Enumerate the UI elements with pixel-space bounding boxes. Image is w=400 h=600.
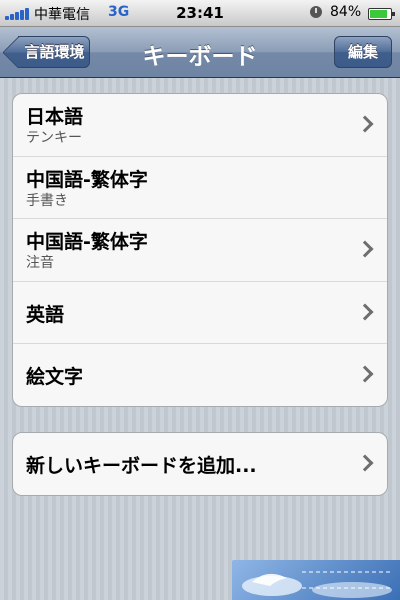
keyboard-row[interactable]: 中国語-繁体字 手書き <box>13 157 387 219</box>
keyboard-layout: 手書き <box>26 192 68 209</box>
chevron-right-icon <box>356 303 374 320</box>
keyboard-name: 中国語-繁体字 <box>26 168 148 191</box>
edit-button[interactable]: 編集 <box>334 36 392 68</box>
chevron-right-icon <box>356 454 374 472</box>
add-keyboard-label: 新しいキーボードを追加... <box>26 455 257 477</box>
chevron-right-icon <box>356 115 374 133</box>
keyboard-layout: 注音 <box>26 255 54 271</box>
add-keyboard-button[interactable]: 新しいキーボードを追加... <box>13 433 387 495</box>
keyboard-name: 日本語 <box>26 106 84 128</box>
keyboard-layout: テンキー <box>26 130 82 146</box>
rotation-lock-icon <box>310 6 322 18</box>
keyboard-row[interactable]: 英語 <box>13 282 387 344</box>
keyboard-name: 英語 <box>26 303 65 326</box>
add-keyboard-group: 新しいキーボードを追加... <box>12 432 388 496</box>
chevron-right-icon <box>356 365 374 383</box>
keyboard-list: 日本語 テンキー 中国語-繁体字 手書き 中国語-繁体字 注音 英語 絵文字 <box>12 93 388 407</box>
watermark-image <box>232 560 400 600</box>
status-bar: 中華電信 3G 23:41 84% <box>0 0 400 27</box>
keyboard-name: 絵文字 <box>26 366 84 388</box>
battery-icon <box>368 8 395 20</box>
chevron-right-icon <box>356 240 374 258</box>
keyboard-row[interactable]: 中国語-繁体字 注音 <box>13 219 387 282</box>
keyboard-row[interactable]: 絵文字 <box>13 344 387 406</box>
keyboard-row[interactable]: 日本語 テンキー <box>13 94 387 157</box>
keyboard-name: 中国語-繁体字 <box>26 231 148 253</box>
navigation-bar: 言語環境 キーボード 編集 <box>0 27 400 78</box>
battery-percentage: 84% <box>330 4 362 20</box>
back-button-label: 言語環境 <box>24 43 85 61</box>
